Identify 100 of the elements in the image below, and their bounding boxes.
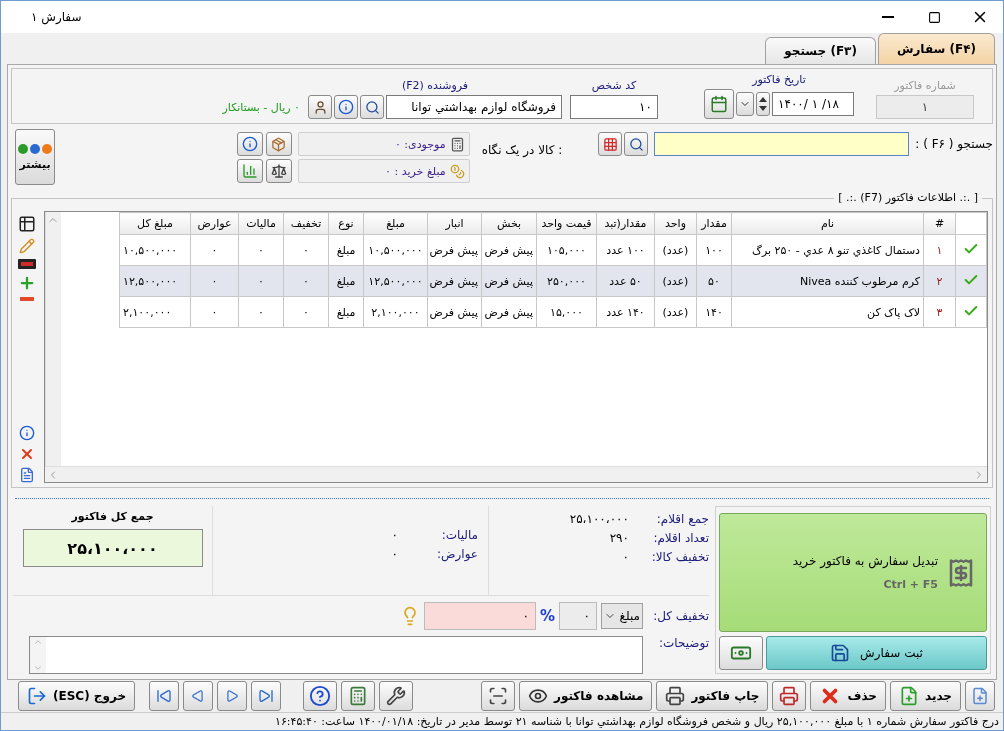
stat-label: تعداد اقلام: xyxy=(652,531,709,545)
stat-value: ۰ xyxy=(391,528,398,542)
stat-label: عوارض: xyxy=(435,547,478,561)
delete-button[interactable]: حذف xyxy=(810,681,886,712)
table-cell: ۰ xyxy=(283,234,329,266)
field-label: تاریخ فاکتور xyxy=(752,73,806,86)
column-header[interactable]: انبار xyxy=(427,212,482,235)
column-header[interactable]: عوارض xyxy=(190,212,239,235)
table-cell: ۱۴۰ عدد xyxy=(596,296,655,328)
purchase-text: مبلغ خرید : ۰ xyxy=(385,164,446,178)
column-header[interactable]: نوع xyxy=(328,212,364,235)
table-cell: (عدد) xyxy=(654,265,697,297)
grand-total-value: ۲۵،۱۰۰،۰۰۰ xyxy=(22,529,203,567)
column-header[interactable]: قیمت واحد xyxy=(536,212,597,235)
discount-label: تخفیف کل: xyxy=(652,609,709,623)
table-cell: (عدد) xyxy=(654,296,697,328)
field-label: کد شخص xyxy=(591,79,637,92)
table-cell: ۱۵,۰۰۰ xyxy=(536,296,597,328)
field-label: فروشنده (F2) xyxy=(401,79,469,92)
table-cell: ۱۲,۵۰۰,۰۰۰ xyxy=(119,265,191,297)
window-title: سفارش ۱ xyxy=(31,10,82,24)
column-header[interactable]: مقدار xyxy=(696,212,732,235)
discount-type-select[interactable]: مبلغ xyxy=(601,603,643,629)
date-field[interactable]: ۱۴۰۰/ ۱ /۱۸ xyxy=(772,92,854,116)
table-cell: ۱۰۵,۰۰۰ xyxy=(536,234,597,266)
search-label: جستجو ( F۶ ) : xyxy=(915,137,993,151)
grand-total-label: جمع کل فاکتور xyxy=(71,510,154,523)
table-cell: ۱۲,۵۰۰,۰۰۰ xyxy=(363,265,428,297)
stat-label: تخفیف کالا: xyxy=(650,550,709,564)
table-cell: ۵۰ xyxy=(696,265,732,297)
table-cell: پیش فرض xyxy=(481,234,537,266)
print-invoice-button[interactable]: چاپ فاکتور xyxy=(656,681,769,712)
table-cell: ۲ xyxy=(923,265,956,297)
table-cell: ۰ xyxy=(190,265,239,297)
table-cell: ۱۴۰ xyxy=(696,296,732,328)
table-cell: ۰ xyxy=(283,296,329,328)
save-button[interactable]: ثبت سفارش xyxy=(766,636,987,670)
percent-field[interactable]: ۰ xyxy=(559,602,597,630)
column-header[interactable]: بخش xyxy=(481,212,537,235)
shortcut-text: Ctrl + F5 xyxy=(883,578,938,591)
table-cell: مبلغ xyxy=(328,234,364,266)
stat-label: مالیات: xyxy=(440,528,478,542)
table-cell: پیش فرض xyxy=(481,296,537,328)
table-cell: ۵۰ عدد xyxy=(596,265,655,297)
balance-text: ۰ ریال - بستانکار xyxy=(222,101,300,114)
stat-value: ۰ xyxy=(391,547,398,561)
table-cell: پیش فرض xyxy=(427,296,482,328)
stat-label: جمع اقلام: xyxy=(655,512,709,526)
table-cell: مبلغ xyxy=(328,265,364,297)
table-cell: (عدد) xyxy=(654,234,697,266)
table-cell: ۲,۱۰۰,۰۰۰ xyxy=(119,296,191,328)
column-header[interactable]: واحد xyxy=(654,212,697,235)
stat-value: ۰ xyxy=(622,550,629,564)
table-cell: ۱۰,۵۰۰,۰۰۰ xyxy=(363,234,428,266)
table-cell: ۰ xyxy=(238,296,284,328)
table-cell: ۰ xyxy=(283,265,329,297)
column-header[interactable]: نام xyxy=(731,212,924,235)
table-cell: پیش فرض xyxy=(427,234,482,266)
table-cell: ۰ xyxy=(238,234,284,266)
stat-value: ۲۹۰ xyxy=(609,531,629,545)
glance-label: : کالا در یک نگاه xyxy=(481,143,563,157)
column-header[interactable]: مقدار(تبد xyxy=(596,212,655,235)
table-cell: ۰ xyxy=(190,234,239,266)
seller-field[interactable]: فروشگاه لوازم بهداشتي توانا xyxy=(386,95,562,119)
table-cell: دستمال کاغذي تنو ۸ عدي - ۲۵۰ برگ xyxy=(731,234,924,266)
column-header[interactable]: تخفیف xyxy=(283,212,329,235)
field-label: شماره فاکتور xyxy=(894,79,956,92)
table-cell: ۲۵۰,۰۰۰ xyxy=(536,265,597,297)
column-header[interactable]: مبلغ کل xyxy=(119,212,191,235)
table-cell: ۰ xyxy=(238,265,284,297)
table-cell: ۱۰۰ عدد xyxy=(596,234,655,266)
table-cell: پیش فرض xyxy=(481,265,537,297)
more-button[interactable]: بیشتر xyxy=(15,129,55,185)
tab[interactable]: سفارش (F۴) xyxy=(877,33,995,64)
tab[interactable]: جستجو (F۳) xyxy=(765,37,876,64)
section-title: [ .:. اطلاعات فاکتور (F7) .:. ] xyxy=(834,191,982,204)
column-header[interactable]: مالیات xyxy=(238,212,284,235)
person-code-field[interactable]: ۱۰ xyxy=(570,95,658,119)
table-cell: مبلغ xyxy=(328,296,364,328)
stat-value: ۲۵،۱۰۰،۰۰۰ xyxy=(569,512,629,526)
table-cell: کرم مرطوب کننده Nivea xyxy=(731,265,924,297)
table-cell: ۳ xyxy=(923,296,956,328)
discount-amount-field[interactable]: ۰ xyxy=(423,602,536,630)
table-cell: پیش فرض xyxy=(427,265,482,297)
convert-label: تبدیل سفارش به فاکتور خرید xyxy=(792,554,938,568)
notes-label: توضیحات: xyxy=(657,636,709,650)
table-cell: ۱ xyxy=(923,234,956,266)
new-button[interactable]: جدید xyxy=(889,681,961,712)
table-cell: لاک پاک کن xyxy=(731,296,924,328)
table-cell: ۱۰,۵۰۰,۰۰۰ xyxy=(119,234,191,266)
status-bar: درج فاکتور سفارش شماره ۱ با مبلغ ۲۵,۱۰۰,۰۰۰ ریال و شخص فروشگاه لوازم بهداشتي توانا با شناسه ۲۱ توسط مدیر در تاریخ: ۱۴۰۰/۰۱/۱۸ ساعت: ۱۶:۴۵:۴۰ xyxy=(1,712,1003,730)
table-cell: ۲,۱۰۰,۰۰۰ xyxy=(363,296,428,328)
stock-text: موجودی: ۰ xyxy=(394,137,446,151)
column-header[interactable]: مبلغ xyxy=(363,212,428,235)
column-header[interactable]: # xyxy=(923,212,956,235)
table-cell: ۱۰۰ xyxy=(696,234,732,266)
percent-sign: % xyxy=(539,607,555,625)
view-invoice-button[interactable]: مشاهده فاکتور xyxy=(519,681,653,712)
exit-button[interactable]: خروج (ESC) xyxy=(18,681,136,712)
table-cell: ۰ xyxy=(190,296,239,328)
